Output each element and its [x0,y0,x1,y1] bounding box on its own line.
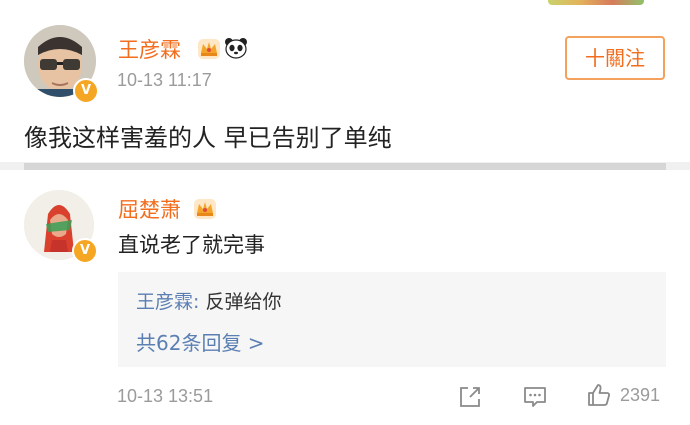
panda-icon [225,38,247,59]
post-author-name[interactable]: 王彦霖 [118,34,181,64]
like-count: 2391 [620,385,661,405]
nested-reply-message: 反弹给你 [199,291,282,313]
post-content: 像我这样害羞的人 早已告别了单纯 [24,124,392,152]
nested-reply-line: 王彦霖: 反弹给你 [136,287,281,314]
verified-badge: V [73,78,99,104]
comment-icon[interactable] [522,384,548,410]
view-more-replies-link[interactable]: 共62条回复 > [136,327,265,356]
reply-verified-badge: V [72,238,98,264]
crown-icon [198,39,220,59]
reply-timestamp: 10-13 13:51 [117,386,214,406]
reply-content: 直说老了就完事 [118,233,265,257]
decorative-banner-edge [548,0,644,5]
nested-reply-author[interactable]: 王彦霖: [136,291,199,313]
nested-reply-box[interactable]: 王彦霖: 反弹给你 共62条回复 > [118,272,666,367]
post-timestamp: 10-13 11:17 [117,70,212,90]
crown-icon [194,199,216,219]
share-icon[interactable] [457,384,483,410]
reply-author-name[interactable]: 屈楚萧 [118,194,181,224]
follow-button[interactable]: 十關注 [565,36,665,80]
section-divider-bar [24,163,666,170]
like-icon[interactable] [586,382,612,408]
